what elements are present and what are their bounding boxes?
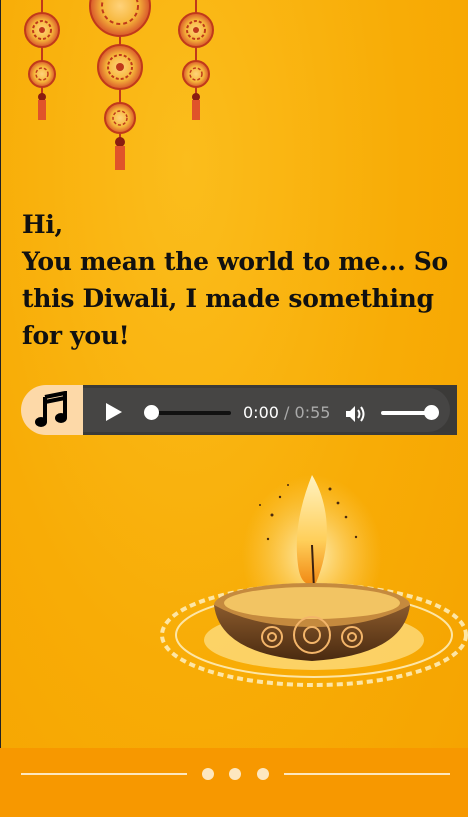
carousel-dot[interactable]	[229, 768, 241, 780]
footer-divider-left	[21, 773, 187, 775]
diya-lamp-illustration	[160, 475, 468, 687]
duration: 0:55	[294, 403, 331, 422]
seek-bar[interactable]	[151, 411, 231, 415]
footer-bar	[0, 748, 468, 817]
time-display: 0:00 / 0:55	[243, 403, 330, 422]
footer-divider-right	[284, 773, 450, 775]
play-icon[interactable]	[105, 402, 123, 422]
carousel-dot[interactable]	[257, 768, 269, 780]
greeting-hi: Hi,	[22, 210, 63, 239]
greeting-message: Hi, You mean the world to me... So this …	[22, 206, 468, 354]
audio-player: 0:00 / 0:55	[21, 385, 457, 435]
hanging-decoration	[24, 0, 214, 170]
carousel-dot[interactable]	[202, 768, 214, 780]
music-button[interactable]	[21, 385, 83, 435]
time-separator: /	[284, 403, 290, 422]
volume-icon[interactable]	[345, 404, 367, 424]
greeting-text: You mean the world to me... So this Diwa…	[22, 247, 448, 350]
audio-controls: 0:00 / 0:55	[83, 385, 457, 435]
audio-controls-panel: 0:00 / 0:55	[83, 388, 450, 432]
card-page: Hi, You mean the world to me... So this …	[0, 0, 468, 817]
seek-thumb[interactable]	[144, 405, 159, 420]
music-note-icon	[35, 391, 67, 427]
volume-thumb[interactable]	[424, 405, 439, 420]
current-time: 0:00	[243, 403, 279, 422]
